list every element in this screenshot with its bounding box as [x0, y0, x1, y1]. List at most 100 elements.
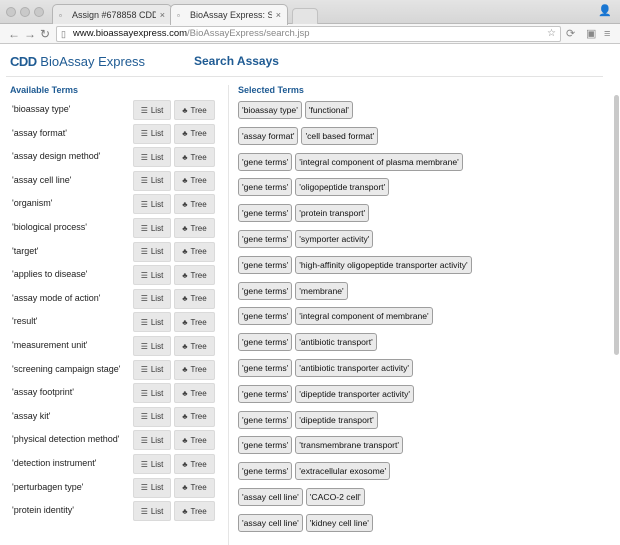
list-button[interactable]: ☰ List: [133, 265, 171, 286]
term-property-chip[interactable]: 'gene terms': [238, 436, 293, 455]
tree-button[interactable]: ♣ Tree: [174, 147, 215, 168]
term-property-chip[interactable]: 'gene terms': [238, 307, 293, 326]
selected-terms-heading: Selected Terms: [238, 85, 304, 95]
term-value-chip[interactable]: 'dipeptide transport': [295, 410, 378, 429]
address-bar[interactable]: ▯ www.bioassayexpress.com/BioAssayExpres…: [56, 26, 561, 42]
extension-icon[interactable]: ▣: [586, 27, 596, 41]
available-term-row: 'perturbagen type' ☰ List ♣ Tree: [0, 477, 220, 498]
maximize-window-icon[interactable]: [34, 7, 44, 17]
term-property-chip[interactable]: 'gene terms': [238, 333, 293, 352]
star-icon[interactable]: ☆: [547, 27, 556, 41]
page-info-icon[interactable]: ▯: [61, 27, 66, 41]
available-term-row: 'protein identity' ☰ List ♣ Tree: [0, 501, 220, 522]
list-button[interactable]: ☰ List: [133, 147, 171, 168]
term-property-chip[interactable]: 'gene terms': [238, 255, 293, 274]
menu-icon[interactable]: ≡: [604, 27, 610, 41]
term-value-chip[interactable]: 'membrane': [295, 281, 348, 300]
tree-button[interactable]: ♣ Tree: [174, 477, 215, 498]
list-button[interactable]: ☰ List: [133, 218, 171, 238]
minimize-window-icon[interactable]: [20, 7, 30, 17]
list-button[interactable]: ☰ List: [133, 501, 171, 522]
available-term-row: 'assay format' ☰ List ♣ Tree: [0, 123, 220, 144]
browser-tab-assign[interactable]: ▫ Assign #678858 CDD BioA ×: [52, 4, 172, 25]
list-button[interactable]: ☰ List: [133, 454, 171, 474]
list-button[interactable]: ☰ List: [133, 100, 171, 120]
list-icon: ☰: [140, 341, 148, 351]
back-arrow-icon[interactable]: ←: [8, 26, 20, 42]
reload-icon[interactable]: ↻: [40, 26, 50, 42]
term-property-chip[interactable]: 'assay format': [238, 126, 299, 145]
term-property-chip[interactable]: 'gene terms': [238, 152, 293, 171]
list-button[interactable]: ☰ List: [133, 312, 171, 333]
term-value-chip[interactable]: 'kidney cell line': [305, 513, 373, 532]
tree-button-label: Tree: [190, 459, 207, 469]
term-value-chip[interactable]: 'symporter activity': [295, 230, 374, 248]
term-property-chip[interactable]: 'gene terms': [238, 462, 293, 481]
term-value-chip[interactable]: 'antibiotic transport': [295, 333, 377, 352]
tree-button[interactable]: ♣ Tree: [174, 501, 215, 522]
term-property-chip[interactable]: 'gene terms': [238, 359, 293, 377]
term-value-chip[interactable]: 'extracellular exosome': [295, 462, 391, 481]
tree-button[interactable]: ♣ Tree: [174, 170, 215, 191]
tab-close-icon[interactable]: ×: [160, 10, 165, 20]
term-value-chip[interactable]: 'integral component of membrane': [295, 307, 433, 326]
list-button[interactable]: ☰ List: [133, 406, 171, 427]
term-value-chip[interactable]: 'transmembrane transport': [295, 436, 404, 455]
tree-icon: ♣: [182, 199, 188, 209]
tree-button[interactable]: ♣ Tree: [174, 100, 215, 120]
list-button[interactable]: ☰ List: [133, 336, 171, 356]
list-button[interactable]: ☰ List: [133, 430, 171, 451]
term-value-chip[interactable]: 'integral component of plasma membrane': [295, 152, 463, 171]
close-window-icon[interactable]: [6, 7, 16, 17]
logo[interactable]: CDD BioAssay Express: [10, 54, 145, 69]
list-button[interactable]: ☰ List: [133, 383, 171, 404]
tree-button[interactable]: ♣ Tree: [174, 383, 215, 404]
term-value-chip[interactable]: 'CACO-2 cell': [305, 488, 365, 506]
term-property-chip[interactable]: 'assay cell line': [238, 488, 303, 506]
list-button[interactable]: ☰ List: [133, 194, 171, 215]
list-button[interactable]: ☰ List: [133, 123, 171, 144]
list-button[interactable]: ☰ List: [133, 241, 171, 262]
term-value-chip[interactable]: 'dipeptide transporter activity': [295, 384, 415, 403]
term-property-chip[interactable]: 'gene terms': [238, 410, 293, 429]
tree-button[interactable]: ♣ Tree: [174, 288, 215, 309]
forward-arrow-icon[interactable]: →: [24, 26, 36, 42]
term-property-chip[interactable]: 'bioassay type': [238, 101, 302, 119]
tree-button[interactable]: ♣ Tree: [174, 265, 215, 286]
tree-button[interactable]: ♣ Tree: [174, 454, 215, 474]
tree-icon: ♣: [182, 152, 188, 162]
user-profile-icon[interactable]: 👤: [598, 4, 612, 17]
list-button[interactable]: ☰ List: [133, 477, 171, 498]
tree-button[interactable]: ♣ Tree: [174, 241, 215, 262]
scrollbar[interactable]: [614, 95, 619, 355]
term-property-chip[interactable]: 'gene terms': [238, 230, 293, 248]
tree-button[interactable]: ♣ Tree: [174, 312, 215, 333]
tree-button[interactable]: ♣ Tree: [174, 359, 215, 380]
term-property-chip[interactable]: 'gene terms': [238, 204, 293, 223]
term-value-chip[interactable]: 'protein transport': [295, 204, 370, 223]
tree-button[interactable]: ♣ Tree: [174, 123, 215, 144]
page-icon: ▫: [177, 10, 180, 20]
tree-button[interactable]: ♣ Tree: [174, 336, 215, 356]
browser-tab-search[interactable]: ▫ BioAssay Express: Search ×: [170, 4, 288, 25]
term-value-chip[interactable]: 'oligopeptide transport': [295, 178, 390, 197]
term-value-chip[interactable]: 'functional': [304, 101, 353, 119]
tab-close-icon[interactable]: ×: [276, 10, 281, 20]
tree-button[interactable]: ♣ Tree: [174, 430, 215, 451]
term-value-chip[interactable]: 'cell based format': [301, 126, 379, 145]
term-property-chip[interactable]: 'assay cell line': [238, 513, 303, 532]
term-value-chip[interactable]: 'antibiotic transporter activity': [295, 359, 414, 377]
list-button[interactable]: ☰ List: [133, 359, 171, 380]
tree-button[interactable]: ♣ Tree: [174, 194, 215, 215]
list-icon: ☰: [140, 129, 148, 139]
new-tab-button[interactable]: [292, 8, 318, 24]
list-button[interactable]: ☰ List: [133, 288, 171, 309]
tree-button[interactable]: ♣ Tree: [174, 218, 215, 238]
extension-icon[interactable]: ⟳: [566, 27, 575, 41]
term-property-chip[interactable]: 'gene terms': [238, 384, 293, 403]
term-property-chip[interactable]: 'gene terms': [238, 178, 293, 197]
term-value-chip[interactable]: 'high-affinity oligopeptide transporter …: [295, 255, 472, 274]
tree-button[interactable]: ♣ Tree: [174, 406, 215, 427]
term-property-chip[interactable]: 'gene terms': [238, 281, 293, 300]
list-button[interactable]: ☰ List: [133, 170, 171, 191]
